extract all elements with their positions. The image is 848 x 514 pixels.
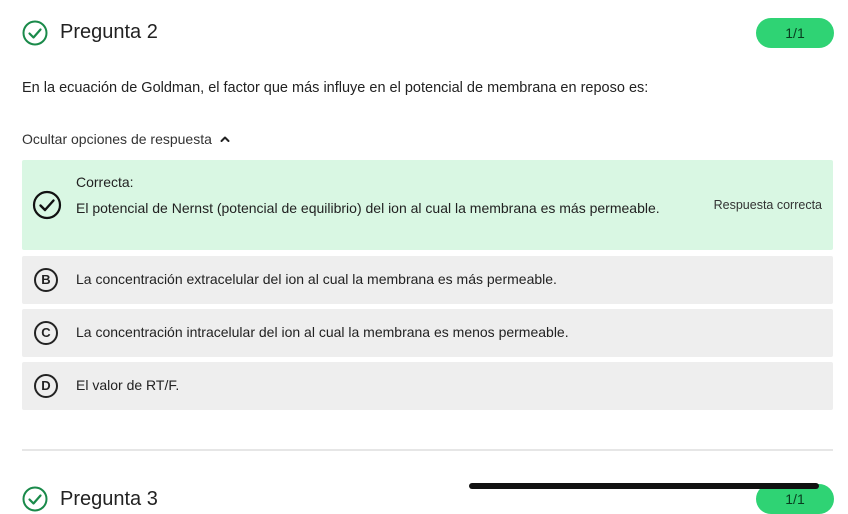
check-circle-icon bbox=[22, 20, 48, 46]
correct-answer-label: Respuesta correcta bbox=[713, 198, 822, 212]
toggle-label: Ocultar opciones de respuesta bbox=[22, 131, 212, 147]
question-header: Pregunta 2 1/1 bbox=[22, 18, 834, 50]
check-circle-icon bbox=[22, 486, 48, 512]
correct-status-label: Correcta: bbox=[76, 174, 134, 190]
option-letter-b: B bbox=[34, 268, 58, 292]
question-title: Pregunta 2 bbox=[60, 21, 158, 43]
score-badge: 1/1 bbox=[756, 18, 834, 48]
answer-option-c[interactable]: C La concentración intracelular del ion … bbox=[22, 309, 833, 357]
answer-option-d[interactable]: D El valor de RT/F. bbox=[22, 362, 833, 410]
check-circle-icon bbox=[32, 190, 62, 220]
option-letter-c: C bbox=[34, 321, 58, 345]
answer-option-b[interactable]: B La concentración extracelular del ion … bbox=[22, 256, 833, 304]
chevron-up-icon bbox=[220, 136, 230, 142]
option-letter-d: D bbox=[34, 374, 58, 398]
answer-option-a[interactable]: Correcta: El potencial de Nernst (potenc… bbox=[22, 160, 833, 250]
section-divider bbox=[22, 449, 833, 451]
hide-options-toggle[interactable]: Ocultar opciones de respuesta bbox=[22, 131, 230, 147]
question-text: En la ecuación de Goldman, el factor que… bbox=[22, 80, 649, 96]
home-indicator[interactable] bbox=[469, 483, 819, 489]
option-text: La concentración extracelular del ion al… bbox=[76, 271, 557, 287]
option-text: El potencial de Nernst (potencial de equ… bbox=[76, 200, 660, 216]
option-text: La concentración intracelular del ion al… bbox=[76, 324, 569, 340]
option-text: El valor de RT/F. bbox=[76, 377, 180, 393]
next-question-title: Pregunta 3 bbox=[60, 488, 158, 510]
